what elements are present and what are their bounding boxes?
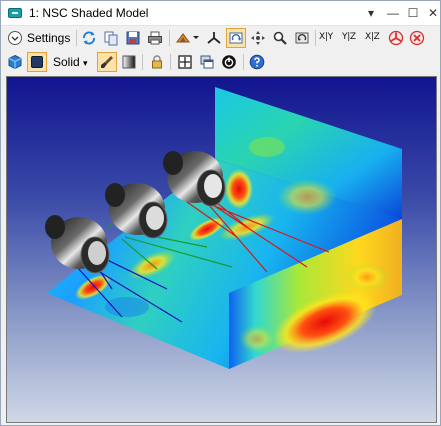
copy-icon (104, 31, 118, 46)
nsc-shaded-model-window: 1: NSC Shaded Model ▾ — ☐ ✕ Settings X|Y… (0, 0, 441, 426)
printer-icon (148, 31, 162, 45)
clear-detectors-button[interactable] (407, 28, 427, 48)
ray-trace-button[interactable] (386, 28, 406, 48)
toolbar-secondary: Solid ▾ (1, 50, 440, 75)
rotate-object-icon (176, 33, 199, 43)
refresh-icon (83, 31, 95, 45)
rotate-view-icon (229, 32, 243, 44)
brush-tool-toggle[interactable] (97, 52, 117, 72)
copy-button[interactable] (101, 28, 121, 48)
title-bar: 1: NSC Shaded Model ▾ — ☐ ✕ (1, 1, 440, 26)
surface-icon (31, 56, 43, 68)
zoom-button[interactable] (270, 28, 290, 48)
axes-button[interactable] (204, 28, 224, 48)
brush-icon (101, 56, 113, 68)
separator (169, 30, 170, 46)
shaded-model-viewport[interactable] (6, 76, 437, 423)
lock-button[interactable] (147, 52, 167, 72)
settings-expand-button[interactable] (5, 28, 25, 48)
search-icon (273, 31, 287, 45)
fit-frame-icon (178, 55, 192, 69)
auto-rotate-toggle[interactable] (226, 28, 246, 48)
fan-icon (388, 30, 404, 46)
windows-icon (200, 55, 214, 69)
power-circle-icon (222, 55, 236, 69)
help-icon (249, 54, 265, 70)
view-xz-button[interactable]: X|Z (365, 32, 380, 42)
window-title: 1: NSC Shaded Model (29, 6, 149, 20)
gradient-button[interactable] (119, 52, 139, 72)
cube-icon (8, 54, 22, 70)
separator (243, 54, 244, 70)
help-button[interactable] (247, 52, 267, 72)
render-mode-value: Solid (53, 55, 80, 69)
3d-object-button[interactable] (5, 52, 25, 72)
view-yz-button[interactable]: Y|Z (342, 32, 356, 42)
lock-icon (152, 55, 162, 69)
window-menu-dropdown-button[interactable]: ▾ (360, 3, 382, 23)
nsc-3d-scene (45, 87, 402, 369)
toolbar-primary: Settings X|Y Y|Z X|Z (1, 26, 440, 51)
window-layout-button[interactable] (197, 52, 217, 72)
chevron-circle-icon (8, 31, 22, 45)
print-button[interactable] (145, 28, 165, 48)
chevron-down-icon: ▾ (83, 58, 88, 68)
rotate-options-dropdown[interactable] (173, 28, 201, 48)
reset-view-button[interactable] (292, 28, 312, 48)
move-arrows-icon (251, 31, 265, 45)
power-button[interactable] (219, 52, 239, 72)
reset-view-icon (295, 32, 309, 44)
pan-button[interactable] (248, 28, 268, 48)
maximize-button[interactable]: ☐ (402, 3, 424, 23)
cancel-circle-icon (409, 30, 425, 46)
settings-label[interactable]: Settings (27, 30, 70, 46)
view-xy-button[interactable]: X|Y (319, 32, 333, 42)
refresh-button[interactable] (79, 28, 99, 48)
separator (76, 30, 77, 46)
fit-view-button[interactable] (175, 52, 195, 72)
axes-icon (207, 32, 221, 44)
shaded-surface-toggle[interactable] (27, 52, 47, 72)
separator (142, 54, 143, 70)
minimize-button[interactable]: — (382, 3, 404, 23)
save-button[interactable] (123, 28, 143, 48)
app-icon (8, 8, 22, 18)
back-wall-hotspot (225, 169, 253, 209)
separator (170, 54, 171, 70)
close-button[interactable]: ✕ (422, 3, 441, 23)
gradient-icon (122, 55, 136, 69)
separator (315, 30, 316, 46)
save-icon (126, 31, 140, 45)
render-mode-dropdown[interactable]: Solid ▾ (53, 54, 88, 70)
